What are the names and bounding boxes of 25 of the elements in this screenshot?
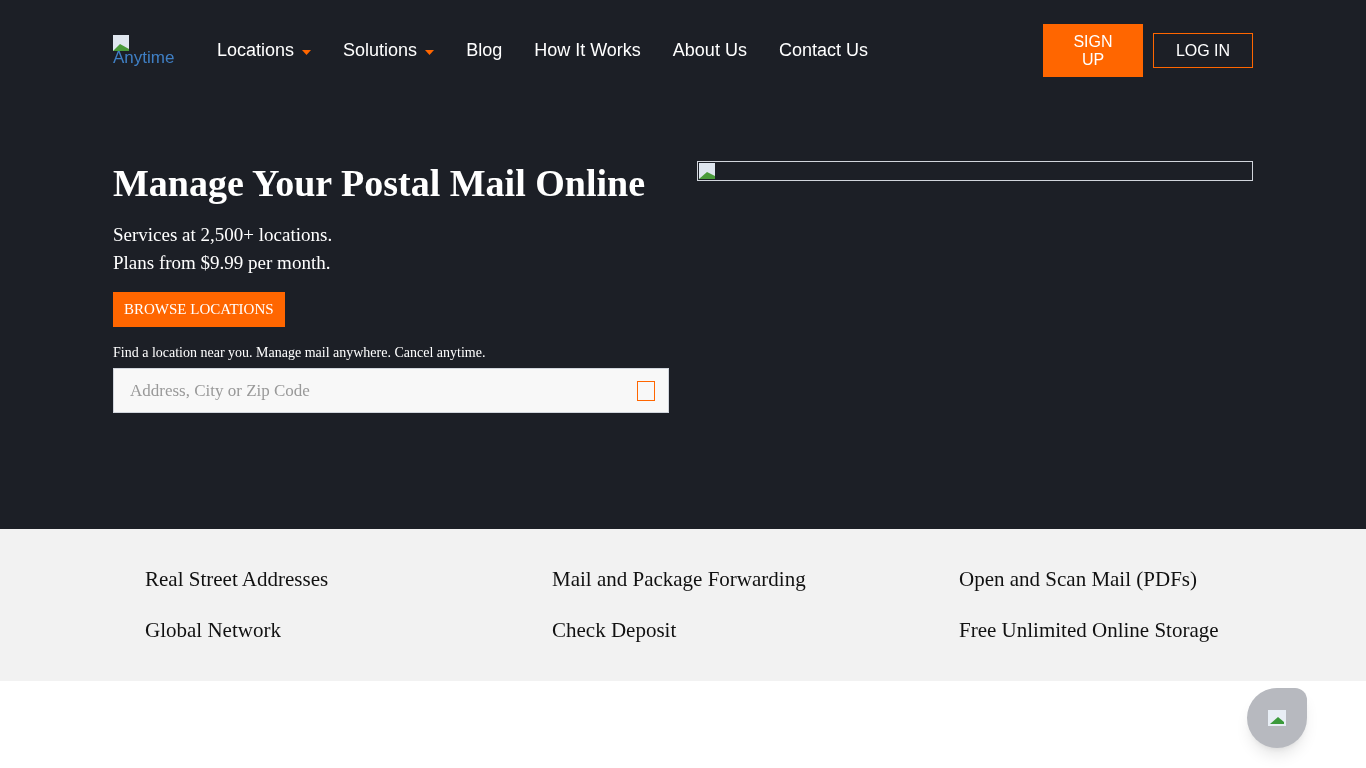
chat-button[interactable] xyxy=(1247,688,1307,748)
search-button[interactable] xyxy=(637,381,655,401)
hero-text: Services at 2,500+ locations. xyxy=(113,223,334,247)
nav-link[interactable]: About Us xyxy=(672,37,747,64)
search-field[interactable]: Address, City or Zip Code xyxy=(113,368,669,413)
caret-icon xyxy=(302,50,312,55)
hero-title: Manage Your Postal Mail Online xyxy=(113,161,646,205)
hint-text: Find a location near you. Manage mail anywhere. Cancel anytime. xyxy=(113,344,487,362)
feature-text: Free Unlimited Online Storage xyxy=(959,617,1220,644)
feature-text: Global Network xyxy=(145,617,282,644)
logo-text[interactable]: Anytime xyxy=(113,48,183,67)
feature-text: Real Street Addresses xyxy=(145,566,330,593)
feature-text: Mail and Package Forwarding xyxy=(552,566,807,593)
nav-link[interactable]: How It Works xyxy=(534,37,641,64)
image-icon xyxy=(1268,710,1286,726)
log-in-button[interactable]: LOG IN xyxy=(1153,33,1253,68)
feature-text: Open and Scan Mail (PDFs) xyxy=(959,566,1198,593)
broken-image-icon xyxy=(113,34,129,51)
caret-icon xyxy=(425,50,435,55)
nav-link[interactable]: Locations xyxy=(217,37,312,64)
hero-text: Plans from $9.99 per month. xyxy=(113,251,332,275)
nav-link[interactable]: Solutions xyxy=(343,37,435,64)
nav-link[interactable]: Contact Us xyxy=(778,37,868,64)
feature-text: Check Deposit xyxy=(552,617,678,644)
nav-link[interactable]: Blog xyxy=(466,37,503,64)
